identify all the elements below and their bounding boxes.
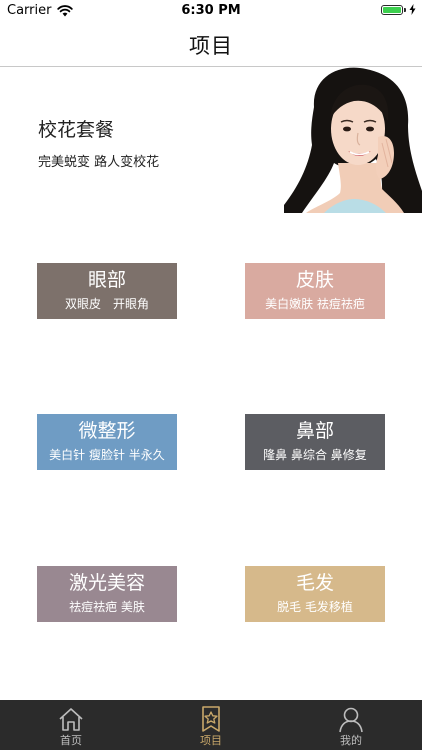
category-title: 鼻部 (295, 420, 334, 442)
category-subtitle: 脱毛 毛发移植 (277, 600, 353, 614)
bolt-icon (409, 4, 416, 15)
category-skin[interactable]: 皮肤 美白嫩肤 祛痘祛疤 (245, 263, 385, 319)
tab-projects[interactable]: 项目 (176, 700, 246, 750)
home-icon (59, 708, 83, 731)
category-title: 皮肤 (295, 269, 334, 291)
tab-bar: 首页 项目 我的 (0, 700, 422, 750)
tab-label: 首页 (60, 734, 82, 747)
category-subtitle: 隆鼻 鼻综合 鼻修复 (263, 448, 367, 462)
hero-subtitle: 完美蜕变 路人变校花 (38, 155, 160, 170)
navigation-bar: 项目 (0, 22, 422, 67)
category-subtitle: 美白嫩肤 祛痘祛疤 (265, 297, 365, 311)
user-icon (339, 707, 363, 733)
category-title: 微整形 (78, 420, 136, 442)
hero-banner[interactable]: 校花套餐 完美蜕变 路人变校花 (0, 67, 422, 213)
category-subtitle: 双眼皮 开眼角 (64, 297, 149, 311)
category-nose[interactable]: 鼻部 隆鼻 鼻综合 鼻修复 (245, 414, 385, 470)
category-eye[interactable]: 眼部 双眼皮 开眼角 (37, 263, 177, 319)
battery-icon (381, 4, 403, 15)
hero-title: 校花套餐 (38, 119, 115, 141)
tab-label: 项目 (200, 734, 222, 747)
battery-nub (404, 7, 406, 12)
category-subtitle: 美白针 瘦脸针 半永久 (49, 448, 165, 462)
starred-bookmark-icon (202, 706, 220, 732)
page-title: 项目 (189, 34, 233, 58)
category-micro-plastic[interactable]: 微整形 美白针 瘦脸针 半永久 (37, 414, 177, 470)
tab-home[interactable]: 首页 (36, 700, 106, 750)
tab-profile[interactable]: 我的 (316, 700, 386, 750)
category-title: 激光美容 (68, 572, 145, 594)
app-screen: Carrier 6:30 PM 项目 校花套餐 完美蜕变 路人变校花 眼部 双眼… (0, 0, 422, 750)
status-right (381, 4, 416, 15)
category-laser[interactable]: 激光美容 祛痘祛疤 美肤 (37, 566, 177, 622)
category-title: 眼部 (87, 269, 126, 291)
status-bar: Carrier 6:30 PM (0, 0, 422, 22)
hero-model-photo (284, 67, 422, 213)
category-title: 毛发 (295, 572, 334, 594)
category-hair[interactable]: 毛发 脱毛 毛发移植 (245, 566, 385, 622)
tab-label: 我的 (340, 734, 362, 747)
battery-level (383, 6, 401, 13)
category-subtitle: 祛痘祛疤 美肤 (69, 600, 145, 614)
status-time: 6:30 PM (181, 3, 241, 18)
